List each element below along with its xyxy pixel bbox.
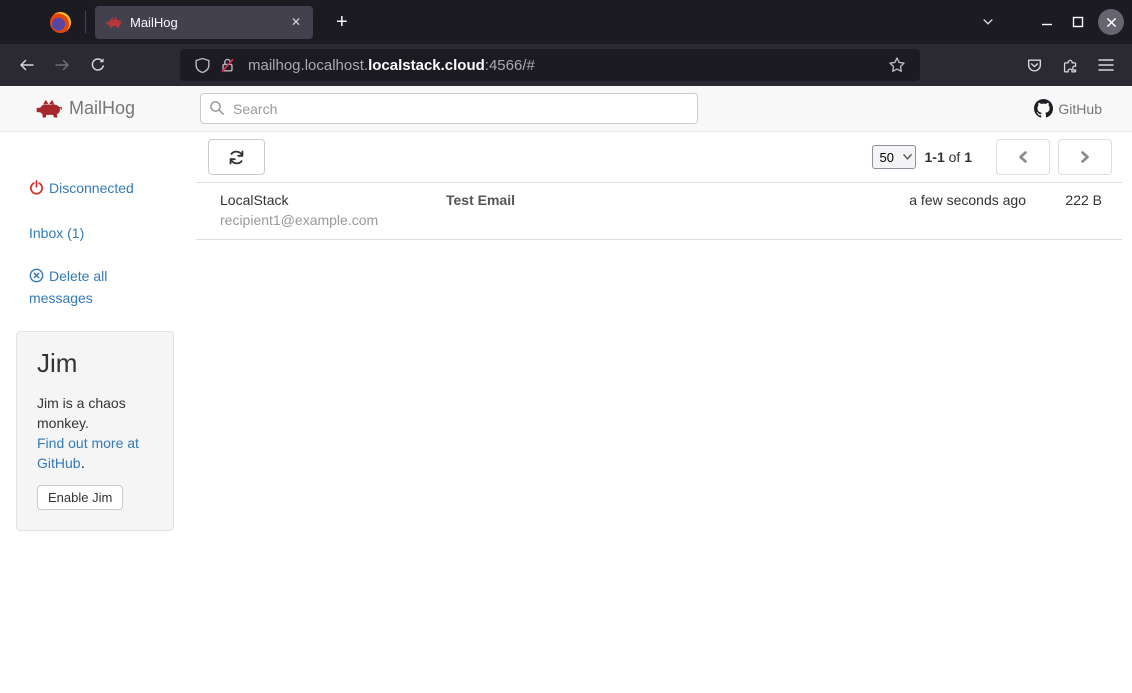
status-label: Disconnected	[49, 180, 134, 196]
github-link[interactable]: GitHub	[1034, 99, 1102, 118]
message-recipient: recipient1@example.com	[220, 210, 446, 230]
delete-all-icon	[29, 268, 44, 288]
titlebar-separator	[85, 11, 86, 33]
page-size-select[interactable]: 50	[872, 145, 916, 169]
sidebar: Disconnected Inbox (1) Delete all messag…	[0, 132, 196, 693]
tab-close-icon[interactable]: ✕	[287, 13, 305, 31]
jim-link-period: .	[81, 455, 85, 472]
arrow-right-icon	[54, 57, 71, 73]
extensions-button[interactable]	[1053, 49, 1087, 81]
message-size: 222 B	[1026, 190, 1102, 230]
back-button[interactable]	[9, 49, 43, 81]
tab-title: MailHog	[130, 15, 287, 30]
maximize-icon	[1072, 16, 1084, 28]
browser-navbar: mailhog.localhost.localstack.cloud:4566/…	[0, 44, 1132, 86]
new-tab-button[interactable]: +	[327, 9, 357, 36]
puzzle-piece-icon	[1062, 57, 1079, 74]
jim-title: Jim	[37, 348, 153, 379]
enable-jim-button[interactable]: Enable Jim	[37, 485, 123, 510]
url-bar[interactable]: mailhog.localhost.localstack.cloud:4566/…	[180, 49, 920, 81]
jim-github-link[interactable]: Find out more at GitHub	[37, 435, 139, 471]
url-text: mailhog.localhost.localstack.cloud:4566/…	[248, 57, 884, 74]
page-size-select-wrap: 50	[872, 145, 916, 169]
brand-name: MailHog	[69, 98, 135, 119]
window-close-button[interactable]	[1098, 9, 1124, 35]
app-menu-button[interactable]	[1089, 49, 1123, 81]
pocket-button[interactable]	[1017, 49, 1051, 81]
tab-list-button[interactable]	[971, 7, 1005, 37]
message-toolbar: 50 1-1 of 1	[196, 132, 1122, 182]
pagination-range: 1-1 of 1	[925, 149, 973, 165]
search-input[interactable]	[200, 93, 698, 124]
minimize-button[interactable]	[1031, 7, 1062, 38]
reload-button[interactable]	[81, 49, 115, 81]
firefox-view-button[interactable]	[43, 5, 77, 39]
power-icon	[29, 180, 44, 200]
connection-status[interactable]: Disconnected	[29, 178, 141, 200]
browser-titlebar: MailHog ✕ +	[0, 0, 1132, 44]
jim-panel: Jim Jim is a chaos monkey. Find out more…	[16, 331, 174, 531]
message-subject: Test Email	[446, 190, 909, 230]
message-time: a few seconds ago	[909, 190, 1026, 230]
github-label: GitHub	[1058, 101, 1102, 117]
hamburger-menu-icon	[1098, 58, 1114, 72]
refresh-icon	[228, 149, 245, 166]
browser-tab-mailhog[interactable]: MailHog ✕	[95, 6, 313, 39]
sidebar-item-inbox[interactable]: Inbox (1)	[29, 223, 141, 243]
mailhog-logo-icon	[36, 99, 62, 119]
pocket-icon	[1026, 57, 1043, 74]
chevron-left-icon	[1017, 150, 1029, 164]
prev-page-button[interactable]	[996, 139, 1050, 175]
forward-button[interactable]	[45, 49, 79, 81]
chevron-down-icon	[981, 15, 995, 29]
mailhog-brand[interactable]: MailHog	[0, 98, 200, 119]
insecure-lock-icon[interactable]	[219, 57, 236, 74]
reload-icon	[90, 57, 106, 73]
main-panel: 50 1-1 of 1 LocalStack recipient1@exampl…	[196, 132, 1122, 693]
sidebar-item-delete-all[interactable]: Delete all messages	[29, 266, 141, 308]
bookmark-star-icon[interactable]	[888, 56, 906, 74]
message-list: LocalStack recipient1@example.com Test E…	[196, 182, 1122, 240]
shield-icon[interactable]	[194, 57, 211, 74]
github-icon	[1034, 99, 1053, 118]
minimize-icon	[1041, 16, 1053, 28]
maximize-button[interactable]	[1062, 7, 1093, 38]
jim-description: Jim is a chaos monkey.	[37, 393, 153, 433]
refresh-button[interactable]	[208, 139, 265, 175]
message-sender: LocalStack	[220, 190, 446, 210]
inbox-label: Inbox (1)	[29, 225, 84, 241]
chevron-right-icon	[1079, 150, 1091, 164]
arrow-left-icon	[18, 57, 35, 73]
firefox-icon	[50, 12, 71, 33]
mailhog-header: MailHog GitHub	[0, 86, 1132, 132]
mailhog-favicon-icon	[106, 16, 122, 29]
message-row[interactable]: LocalStack recipient1@example.com Test E…	[196, 183, 1122, 240]
search-icon	[209, 100, 225, 116]
close-icon	[1106, 17, 1117, 28]
next-page-button[interactable]	[1058, 139, 1112, 175]
